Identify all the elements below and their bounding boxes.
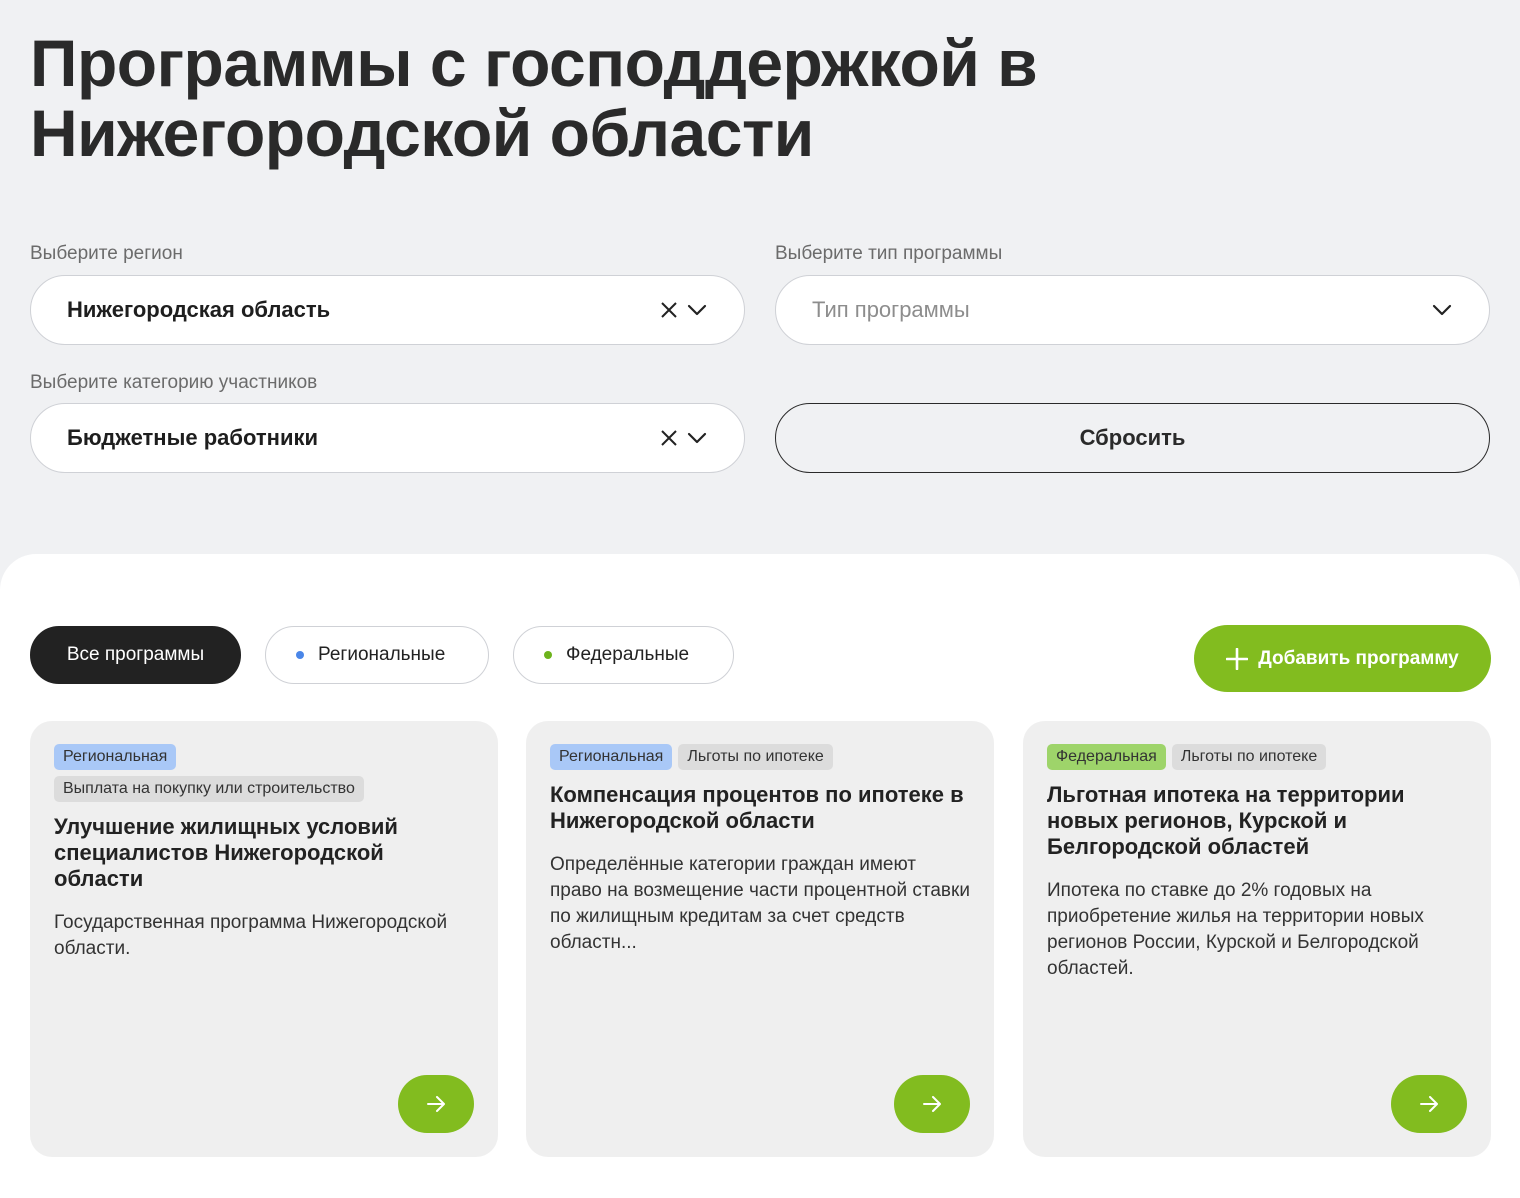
tab-federal[interactable]: Федеральные (513, 626, 734, 684)
arrow-right-icon (426, 1096, 446, 1112)
open-card-button[interactable] (1391, 1075, 1467, 1133)
chevron-down-icon[interactable] (686, 427, 708, 449)
program-card[interactable]: Региональная Выплата на покупку или стро… (30, 721, 498, 1157)
category-select[interactable]: Бюджетные работники (30, 403, 745, 473)
program-category-tag: Выплата на покупку или строительство (54, 776, 364, 802)
region-select-value: Нижегородская область (67, 297, 331, 322)
clear-icon[interactable] (658, 427, 680, 449)
program-type-label: Выберите тип программы (775, 243, 1003, 264)
program-card[interactable]: Региональная Льготы по ипотеке Компенсац… (526, 721, 994, 1157)
card-title: Улучшение жилищных условий специалистов … (54, 814, 398, 891)
chevron-down-icon[interactable] (1431, 299, 1453, 321)
program-type-tag: Региональная (550, 744, 673, 770)
reset-button[interactable]: Сбросить (775, 403, 1490, 473)
card-description: Ипотека по ставке до 2% годовых на приоб… (1047, 880, 1424, 979)
category-select-value: Бюджетные работники (67, 425, 319, 450)
program-type-tag: Региональная (54, 744, 177, 770)
tab-regional-label: Региональные (318, 644, 446, 665)
program-type-select[interactable]: Тип программы (775, 275, 1490, 345)
plus-icon (1226, 647, 1249, 670)
program-category-tag: Льготы по ипотеке (678, 744, 833, 770)
region-label: Выберите регион (30, 243, 183, 264)
tab-all-label: Все программы (66, 644, 205, 665)
open-card-button[interactable] (398, 1075, 474, 1133)
program-card[interactable]: Федеральная Льготы по ипотеке Льготная и… (1023, 721, 1491, 1157)
card-description: Определённые категории граждан имеют пра… (550, 854, 970, 953)
chevron-down-icon[interactable] (686, 299, 708, 321)
arrow-right-icon (1419, 1096, 1439, 1112)
card-description: Государственная программа Нижегородской … (54, 912, 448, 959)
add-program-button[interactable]: Добавить программу (1194, 625, 1491, 692)
clear-icon[interactable] (658, 299, 680, 321)
add-program-label: Добавить программу (1258, 647, 1459, 669)
federal-dot-icon (544, 651, 552, 659)
regional-dot-icon (296, 651, 304, 659)
tab-regional[interactable]: Региональные (265, 626, 489, 684)
arrow-right-icon (922, 1096, 942, 1112)
page-title: Программы с господдержкой в Нижегородско… (30, 26, 1038, 170)
open-card-button[interactable] (894, 1075, 970, 1133)
category-label: Выберите категорию участников (30, 372, 318, 393)
region-select[interactable]: Нижегородская область (30, 275, 745, 345)
tab-all-programs[interactable]: Все программы (30, 626, 241, 684)
program-type-tag: Федеральная (1047, 744, 1166, 770)
card-title: Компенсация процентов по ипотеке в Нижег… (550, 782, 964, 833)
program-type-placeholder: Тип программы (812, 297, 970, 322)
card-title: Льготная ипотека на территории новых рег… (1047, 782, 1405, 859)
program-category-tag: Льготы по ипотеке (1171, 744, 1327, 770)
tab-federal-label: Федеральные (566, 644, 690, 665)
